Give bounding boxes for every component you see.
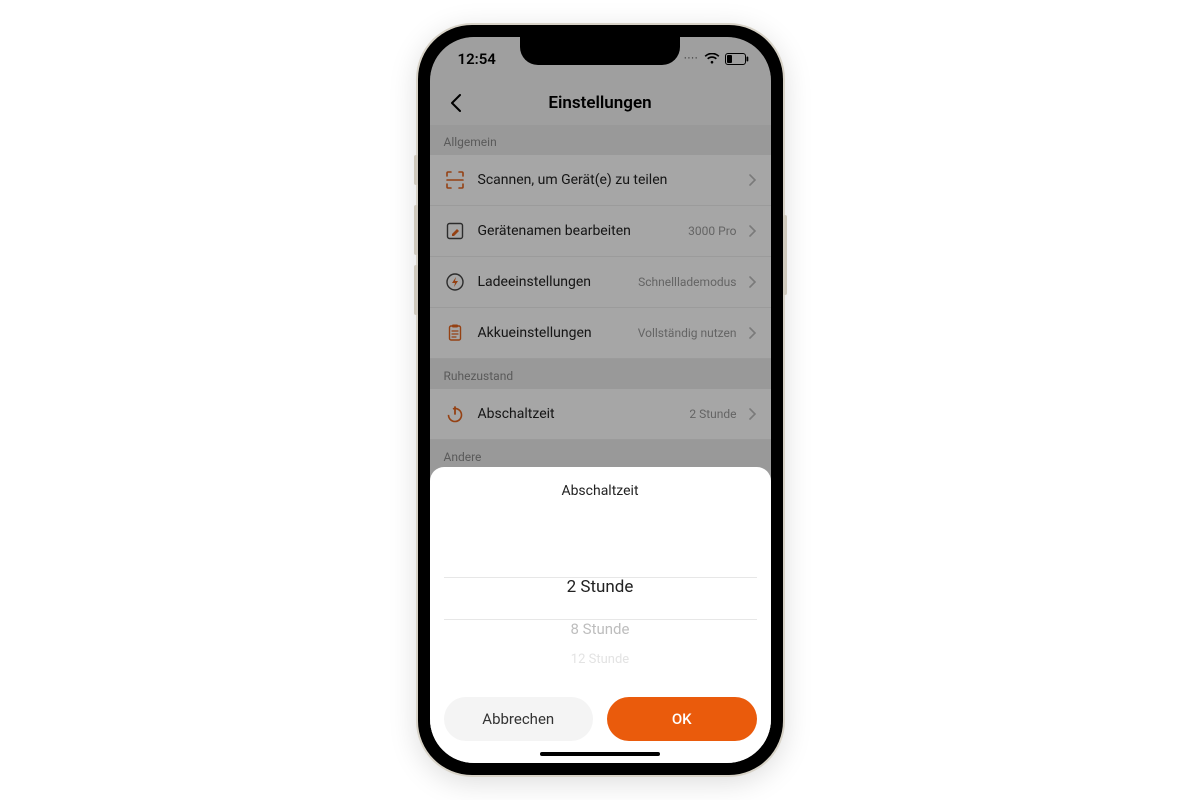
power-button [783, 215, 787, 295]
picker-option-selected[interactable]: 2 Stunde [567, 566, 634, 608]
picker-option[interactable]: 12 Stunde [571, 650, 629, 670]
time-picker[interactable]: 2 Stunde 8 Stunde 12 Stunde [444, 507, 757, 687]
sheet-title: Abschaltzeit [444, 483, 757, 507]
picker-option[interactable]: 8 Stunde [571, 608, 630, 650]
phone-frame: 12:54 ···· Einstellungen Allgemein [418, 25, 783, 775]
cancel-button[interactable]: Abbrechen [444, 697, 594, 741]
mute-switch [414, 155, 418, 185]
screen: 12:54 ···· Einstellungen Allgemein [430, 37, 771, 763]
ok-button[interactable]: OK [607, 697, 757, 741]
shutdown-time-sheet: Abschaltzeit 2 Stunde 8 Stunde 12 Stunde… [430, 467, 771, 763]
sheet-buttons: Abbrechen OK [444, 697, 757, 741]
volume-down [414, 265, 418, 315]
volume-up [414, 205, 418, 255]
home-indicator[interactable] [540, 752, 660, 756]
